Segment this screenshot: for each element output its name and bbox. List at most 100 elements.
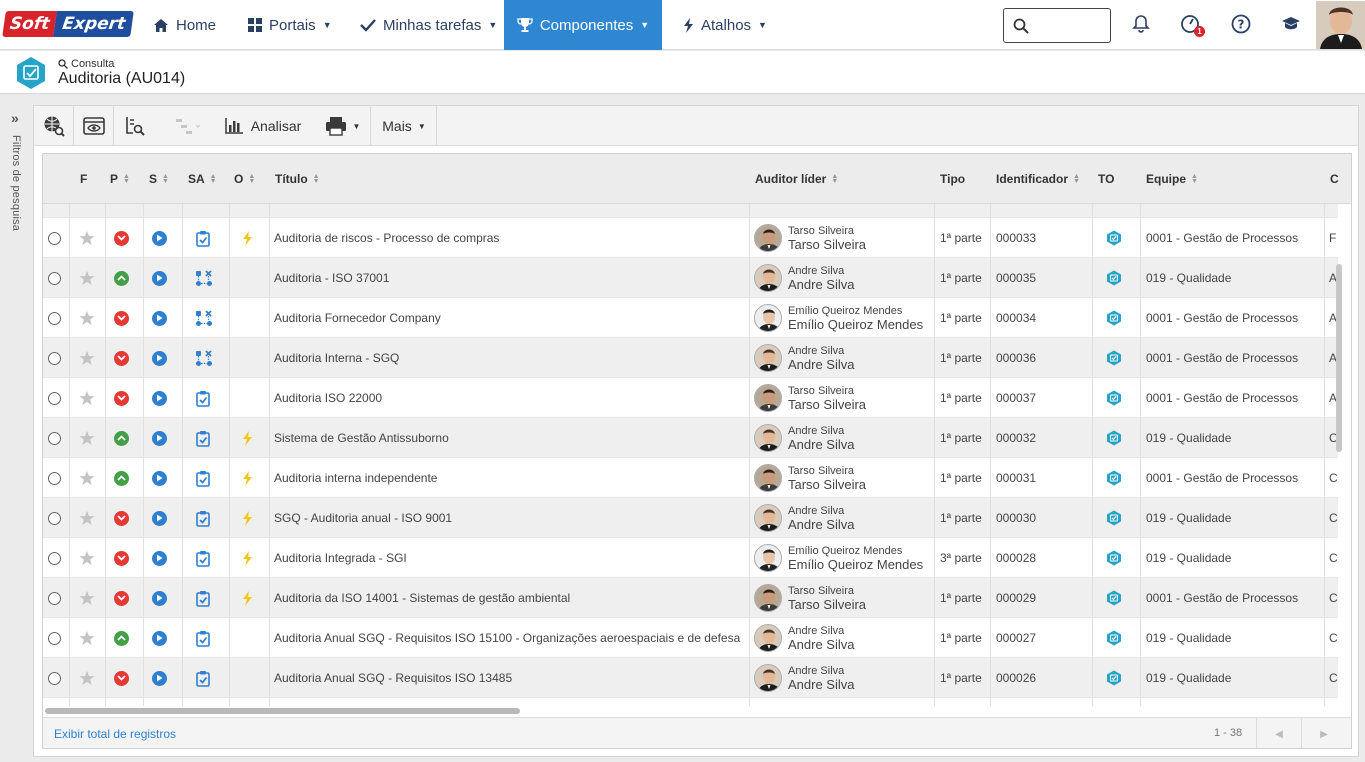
star-icon[interactable] [79, 350, 95, 366]
user-avatar[interactable] [1316, 1, 1365, 49]
row-select-radio[interactable] [48, 671, 61, 685]
status-cell [152, 498, 167, 538]
star-icon[interactable] [79, 590, 95, 606]
star-icon[interactable] [79, 670, 95, 686]
view-button[interactable] [34, 106, 74, 146]
more-button[interactable]: Mais ▼ [372, 106, 437, 146]
table-row[interactable]: Auditoria Anual SGQ - Requisitos ISO 151… [43, 618, 1338, 658]
column-header-4[interactable]: O ▲ ▼ [234, 154, 255, 204]
column-header-label: Identificador [996, 172, 1069, 186]
table-row[interactable]: Auditoria Fornecedor Company Emílio Queir… [43, 298, 1338, 338]
column-header-label: Auditor líder [755, 172, 827, 186]
vertical-scrollbar[interactable] [1336, 264, 1342, 452]
bell-icon[interactable] [1132, 14, 1150, 34]
team-cell: 0001 - Gestão de Processos [1146, 391, 1299, 405]
nav-componentes[interactable]: Componentes ▼ [504, 0, 662, 50]
preview-button[interactable] [74, 106, 114, 146]
nav-minhas-tarefas[interactable]: Minhas tarefas ▼ [360, 0, 497, 50]
expand-icon[interactable]: » [11, 110, 19, 126]
search-filters-rail[interactable]: » Filtros de pesquisa [0, 95, 32, 762]
o-cell [242, 458, 253, 498]
row-select-radio[interactable] [48, 311, 61, 325]
row-select-radio[interactable] [48, 351, 61, 365]
row-select-radio[interactable] [48, 271, 61, 285]
table-row[interactable]: SGQ - Auditoria anual - ISO 9001 Andre Si… [43, 498, 1338, 538]
auditor-name-small: Andre Silva [788, 665, 845, 677]
table-row[interactable]: Sistema de Gestão Antissuborno Andre Silv… [43, 418, 1338, 458]
clipboard-check-icon [195, 430, 211, 447]
auditor-cell: Emílio Queiroz Mendes Emílio Queiroz Mend… [754, 298, 923, 338]
column-header-3[interactable]: SA ▲ ▼ [188, 154, 217, 204]
table-row[interactable]: Auditoria Interna - SGQ Andre Silva Andre … [43, 338, 1338, 378]
globe-search-icon [44, 116, 65, 137]
table-row[interactable]: Auditoria Anual SGQ - Requisitos ISO 134… [43, 658, 1338, 698]
column-header-2[interactable]: S ▲ ▼ [149, 154, 169, 204]
clipboard-check-icon [195, 390, 211, 407]
list-search-icon [126, 117, 145, 136]
analyze-button[interactable]: Analisar [218, 106, 308, 146]
table-row[interactable]: Auditoria de riscos - Processo de compra… [43, 218, 1338, 258]
column-header-1[interactable]: P ▲ ▼ [110, 154, 130, 204]
horizontal-scrollbar[interactable] [45, 708, 520, 714]
c-cell: F [1329, 231, 1337, 245]
auditor-name: Emílio Queiroz Mendes [788, 557, 924, 572]
graduation-cap-icon[interactable] [1281, 16, 1301, 32]
next-page-button[interactable]: ▶ [1301, 718, 1346, 748]
star-icon[interactable] [79, 310, 95, 326]
network-icon [195, 349, 213, 367]
column-header-6[interactable]: Auditor líder ▲ ▼ [755, 154, 838, 204]
star-icon[interactable] [79, 430, 95, 446]
search-input[interactable] [1003, 8, 1111, 43]
print-button[interactable]: ▼ [315, 106, 371, 146]
column-header-10[interactable]: Equipe ▲ ▼ [1146, 154, 1198, 204]
row-select-radio[interactable] [48, 471, 61, 485]
nav-atalhos[interactable]: Atalhos ▼ [683, 0, 767, 50]
auditor-name-small: Andre Silva [788, 625, 845, 637]
row-select-radio[interactable] [48, 511, 61, 525]
row-select-radio[interactable] [48, 631, 61, 645]
table-row[interactable]: Auditoria - ISO 37001 Andre Silva Andre Si… [43, 258, 1338, 298]
table-row[interactable]: Auditoria interna independente Tarso Silv… [43, 458, 1338, 498]
detail-search-button[interactable] [114, 106, 156, 146]
help-icon[interactable]: ? [1231, 14, 1251, 34]
nav-portais[interactable]: Portais ▼ [248, 0, 332, 50]
star-icon[interactable] [79, 550, 95, 566]
row-select-radio[interactable] [48, 551, 61, 565]
row-select-radio[interactable] [48, 591, 61, 605]
play-icon [152, 430, 167, 446]
trophy-icon [517, 18, 533, 32]
softexpert-logo[interactable]: Soft Expert [2, 11, 135, 37]
star-icon[interactable] [79, 390, 95, 406]
priority-cell [114, 658, 129, 698]
column-header-0[interactable]: F [80, 154, 87, 204]
star-icon[interactable] [79, 270, 95, 286]
previous-page-button[interactable]: ◀ [1256, 718, 1301, 748]
column-header-5[interactable]: Título ▲ ▼ [275, 154, 320, 204]
row-select-radio[interactable] [48, 431, 61, 445]
breadcrumb[interactable]: Consulta [58, 58, 114, 70]
nav-home[interactable]: Home [153, 0, 216, 50]
show-total-records-link[interactable]: Exibir total de registros [54, 727, 176, 741]
star-icon[interactable] [79, 630, 95, 646]
table-row-partial[interactable] [43, 204, 1338, 218]
column-header-9[interactable]: TO [1098, 154, 1114, 204]
row-select-radio[interactable] [48, 231, 61, 245]
to-cell [1106, 538, 1122, 578]
sa-cell [195, 218, 211, 258]
table-row[interactable]: Auditoria Integrada - SGI Emílio Queiroz … [43, 538, 1338, 578]
column-header-7[interactable]: Tipo [940, 154, 965, 204]
status-cell [152, 418, 167, 458]
avatar [754, 584, 782, 612]
column-header-8[interactable]: Identificador ▲ ▼ [996, 154, 1080, 204]
row-select-radio[interactable] [48, 391, 61, 405]
title-cell: Auditoria - ISO 37001 [274, 271, 390, 285]
table-row[interactable]: Auditoria da ISO 14001 - Sistemas de ges… [43, 578, 1338, 618]
star-icon[interactable] [79, 510, 95, 526]
column-header-11[interactable]: C [1330, 154, 1339, 204]
star-icon[interactable] [79, 230, 95, 246]
clipboard-check-icon [195, 630, 211, 647]
printer-icon [325, 117, 346, 136]
star-icon[interactable] [79, 470, 95, 486]
pager-range: 1 - 38 [1214, 727, 1243, 739]
table-row[interactable]: Auditoria ISO 22000 Tarso Silveira Tarso S… [43, 378, 1338, 418]
